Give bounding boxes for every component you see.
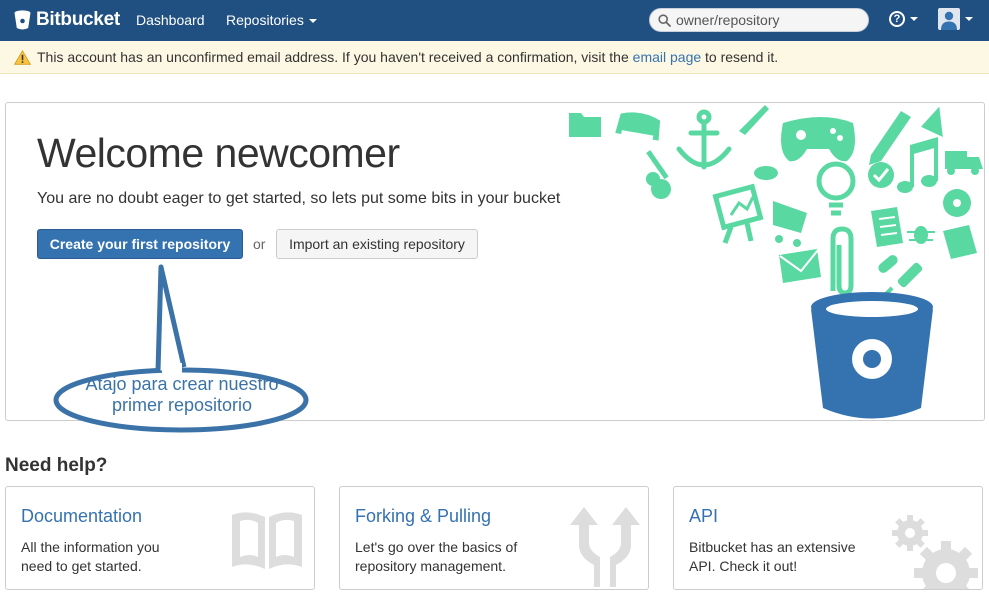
api-card-title[interactable]: API bbox=[689, 506, 718, 527]
forking-pulling-card-title[interactable]: Forking & Pulling bbox=[355, 506, 491, 527]
anchor-icon bbox=[676, 109, 732, 170]
logo-text: Bitbucket bbox=[36, 9, 120, 30]
welcome-title: Welcome newcomer bbox=[37, 130, 400, 176]
floppy-disk-icon bbox=[943, 225, 977, 259]
nav-repositories-label: Repositories bbox=[226, 12, 304, 28]
alert-text-start: This account has an unconfirmed email ad… bbox=[37, 49, 633, 65]
callout-line-2: primer repositorio bbox=[111, 395, 253, 415]
callout-line-1: Atajo para crear nuestro bbox=[85, 374, 279, 394]
paper-clip-icon bbox=[830, 226, 854, 296]
lightbulb-icon bbox=[816, 161, 856, 216]
top-navigation-bar: Bitbucket Dashboard Repositories ? bbox=[0, 0, 989, 41]
bitbucket-bucket-icon bbox=[811, 292, 933, 419]
chevron-down-icon bbox=[910, 17, 918, 21]
football-icon bbox=[754, 166, 778, 180]
folder-icon bbox=[569, 113, 601, 137]
help-menu-button[interactable]: ? bbox=[889, 11, 918, 27]
user-menu-button[interactable] bbox=[938, 8, 973, 30]
bitbucket-logo[interactable]: Bitbucket bbox=[14, 9, 120, 31]
warning-icon bbox=[14, 49, 31, 65]
forking-pulling-card[interactable]: Forking & Pulling Let's go over the basi… bbox=[339, 486, 649, 590]
document-icon bbox=[871, 207, 903, 247]
nav-repositories-dropdown[interactable]: Repositories bbox=[226, 12, 317, 28]
brush-icon bbox=[739, 105, 769, 135]
search-box[interactable] bbox=[649, 8, 869, 32]
check-circle-icon bbox=[868, 162, 894, 188]
book-icon bbox=[232, 512, 302, 569]
chevron-down-icon bbox=[308, 19, 317, 24]
documentation-card-title[interactable]: Documentation bbox=[21, 506, 142, 527]
pill-icon bbox=[878, 255, 898, 273]
fork-arrows-icon bbox=[570, 507, 640, 587]
welcome-lead-text: You are no doubt eager to get started, s… bbox=[37, 190, 561, 207]
nav-dashboard-link[interactable]: Dashboard bbox=[136, 12, 205, 28]
help-icon: ? bbox=[889, 11, 905, 27]
gears-icon bbox=[892, 515, 978, 589]
api-card-body: Bitbucket has an extensive API. Check it… bbox=[689, 539, 856, 574]
unconfirmed-email-alert: This account has an unconfirmed email ad… bbox=[0, 41, 989, 74]
music-note-icon bbox=[897, 137, 938, 193]
sofa-icon bbox=[615, 112, 661, 141]
bucket-logo-icon bbox=[14, 10, 31, 30]
avatar bbox=[938, 8, 960, 30]
documentation-card[interactable]: Documentation All the information you ne… bbox=[5, 486, 315, 590]
need-help-heading: Need help? bbox=[5, 455, 108, 476]
presentation-board-icon bbox=[712, 183, 764, 244]
chevron-down-icon bbox=[965, 17, 973, 21]
shopping-cart-icon bbox=[773, 201, 807, 247]
envelope-icon bbox=[779, 249, 821, 283]
alert-text-end: to resend it. bbox=[701, 49, 779, 65]
truck-icon bbox=[945, 151, 983, 175]
bucket-illustration bbox=[569, 105, 983, 419]
bug-icon bbox=[907, 226, 935, 244]
forking-pulling-card-body: Let's go over the basics of repository m… bbox=[355, 539, 518, 574]
search-input[interactable] bbox=[676, 12, 866, 28]
or-separator: or bbox=[253, 236, 266, 252]
documentation-card-body: All the information you need to get star… bbox=[21, 539, 160, 574]
traffic-cone-icon bbox=[921, 106, 943, 137]
callout-text: Atajo para crear nuestro primer reposito… bbox=[62, 374, 302, 416]
pencil-icon bbox=[869, 111, 911, 165]
email-page-link[interactable]: email page bbox=[633, 49, 702, 65]
search-icon bbox=[658, 13, 671, 27]
guitar-icon bbox=[646, 150, 671, 199]
api-card[interactable]: API Bitbucket has an extensive API. Chec… bbox=[673, 486, 983, 590]
gamepad-icon bbox=[781, 117, 855, 162]
user-silhouette-icon bbox=[941, 11, 957, 30]
